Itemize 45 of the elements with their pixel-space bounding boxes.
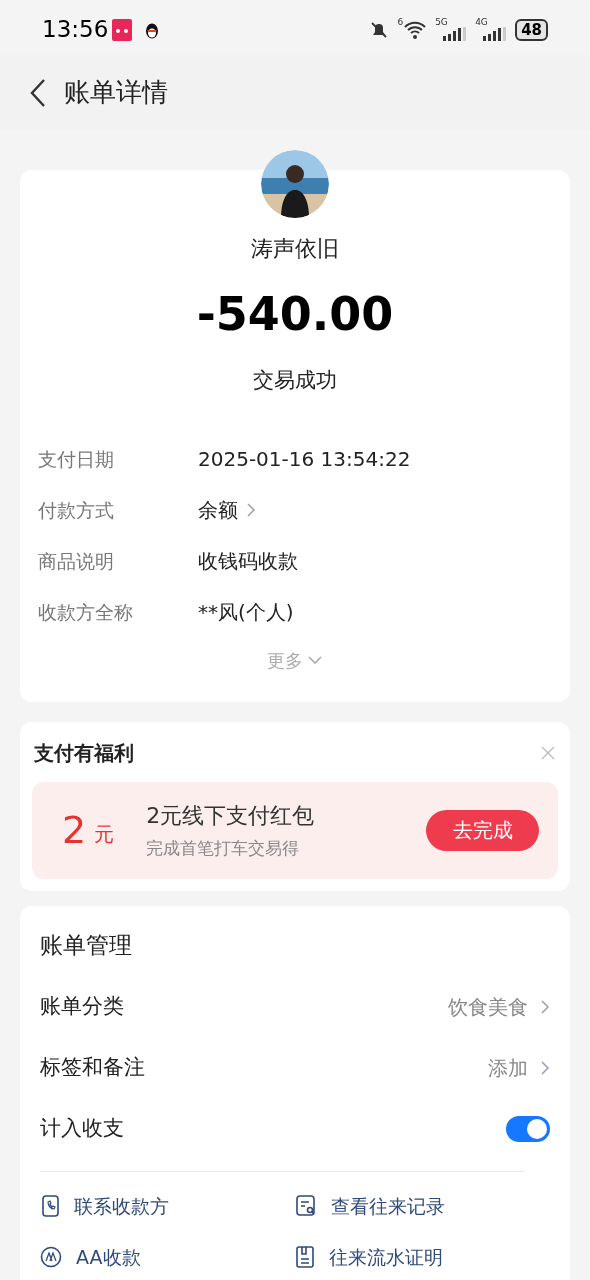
promo-headline: 2元线下支付红包 bbox=[146, 801, 316, 830]
document-icon bbox=[295, 1245, 315, 1268]
action-link[interactable]: 查看往来记录 bbox=[295, 1192, 550, 1221]
app-notification-icon bbox=[112, 18, 133, 41]
toggle-switch[interactable] bbox=[506, 1115, 550, 1142]
aa-icon bbox=[40, 1245, 62, 1268]
detail-value: 2025-01-16 13:54:22 bbox=[198, 446, 411, 473]
setting-label: 计入收支 bbox=[40, 1114, 124, 1142]
wifi-icon bbox=[403, 19, 428, 40]
detail-label: 商品说明 bbox=[38, 548, 115, 574]
detail-value: **风(个人) bbox=[198, 599, 294, 626]
phone-icon bbox=[40, 1195, 60, 1218]
status-time: 13:56 bbox=[42, 15, 109, 45]
battery-indicator: 48 bbox=[515, 18, 548, 41]
chevron-right-icon bbox=[540, 998, 550, 1015]
promo-subtitle: 完成首笔打车交易得 bbox=[146, 836, 301, 860]
setting-link[interactable]: 饮食美食 bbox=[448, 991, 550, 1022]
promo-amount: 2 bbox=[62, 806, 87, 854]
network-label: 4G bbox=[475, 18, 488, 27]
complete-button[interactable]: 去完成 bbox=[426, 809, 539, 851]
setting-link[interactable]: 添加 bbox=[488, 1052, 550, 1083]
chevron-right-icon bbox=[246, 502, 256, 518]
action-link[interactable]: AA收款 bbox=[40, 1242, 295, 1271]
payee-name: 涛声依旧 bbox=[251, 235, 339, 263]
setting-label: 账单分类 bbox=[40, 992, 124, 1020]
chevron-down-icon bbox=[307, 655, 323, 665]
detail-value: 收钱码收款 bbox=[198, 548, 298, 575]
wifi-label: 6 bbox=[397, 16, 404, 29]
transaction-status: 交易成功 bbox=[253, 367, 337, 394]
promo-title: 支付有福利 bbox=[34, 739, 134, 767]
setting-label: 标签和备注 bbox=[40, 1053, 145, 1081]
promo-unit: 元 bbox=[94, 821, 115, 848]
detail-link[interactable]: 余额 bbox=[198, 495, 256, 525]
section-title: 账单管理 bbox=[40, 930, 133, 960]
document-search-icon bbox=[295, 1195, 317, 1218]
network-label: 5G bbox=[435, 18, 448, 27]
action-link[interactable]: 往来流水证明 bbox=[295, 1242, 550, 1271]
action-link[interactable]: 联系收款方 bbox=[40, 1192, 295, 1221]
detail-label: 收款方全称 bbox=[38, 599, 134, 625]
amount: -540.00 bbox=[196, 291, 394, 337]
detail-label: 支付日期 bbox=[38, 446, 115, 472]
detail-label: 付款方式 bbox=[38, 497, 115, 523]
page-title: 账单详情 bbox=[64, 76, 168, 109]
chevron-right-icon bbox=[540, 1059, 550, 1076]
back-icon[interactable] bbox=[28, 77, 48, 108]
